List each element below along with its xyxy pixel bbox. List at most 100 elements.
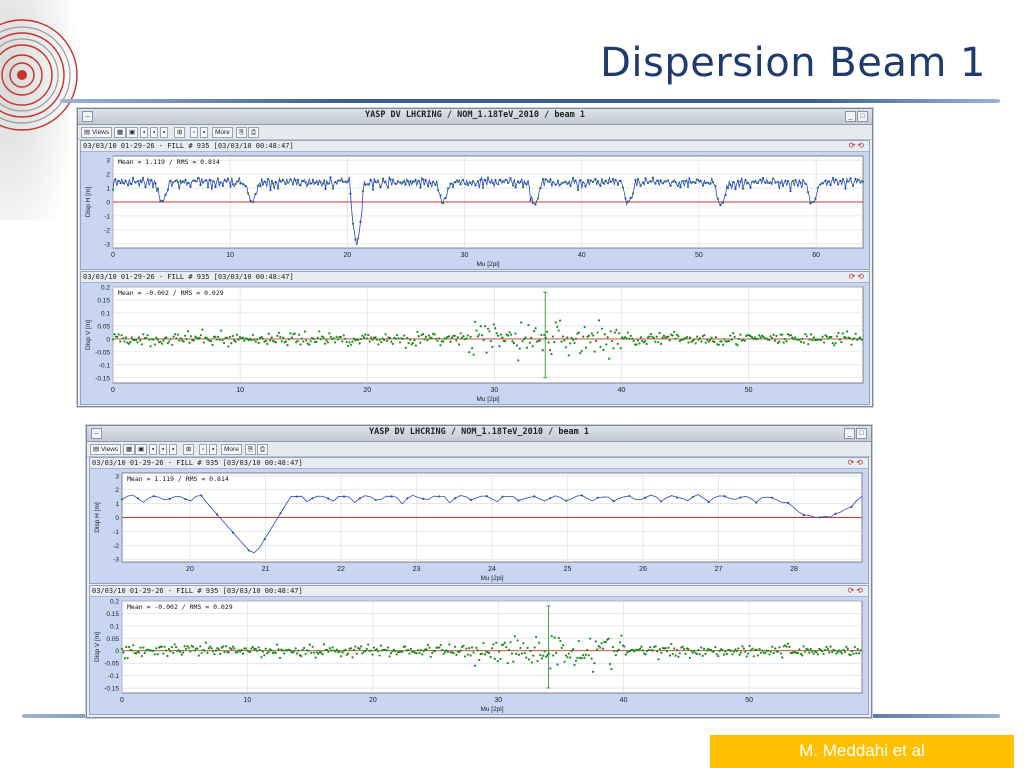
data-point bbox=[274, 651, 277, 655]
data-point bbox=[236, 180, 240, 183]
views-button[interactable]: ▤ Views bbox=[81, 127, 113, 138]
data-point bbox=[491, 181, 495, 185]
data-point bbox=[332, 337, 335, 340]
window-titlebar[interactable]: – YASP DV LHCRING / NOM_1.18TeV_2010 / b… bbox=[78, 109, 872, 125]
refresh-icons[interactable]: ⟳⟲ bbox=[848, 458, 865, 468]
data-point bbox=[689, 181, 692, 184]
x-tick-label: 10 bbox=[226, 252, 234, 259]
data-point bbox=[378, 654, 381, 657]
save-icon[interactable]: ⎘ bbox=[236, 127, 248, 138]
save-icon[interactable]: ⎘ bbox=[245, 444, 257, 455]
data-point bbox=[709, 182, 712, 185]
data-point bbox=[834, 512, 837, 515]
data-point bbox=[219, 652, 222, 655]
data-point bbox=[662, 334, 666, 337]
data-point bbox=[439, 643, 442, 647]
grid-icon-2[interactable]: ▪ bbox=[159, 444, 168, 455]
views-icon: ▤ bbox=[93, 446, 101, 453]
data-point bbox=[735, 650, 738, 653]
data-point bbox=[681, 645, 684, 648]
data-point bbox=[439, 194, 442, 197]
refresh-icons[interactable]: ⟳⟲ bbox=[849, 272, 866, 282]
toolbar-icon-a[interactable]: ▦ bbox=[123, 444, 136, 455]
data-point bbox=[540, 333, 543, 337]
data-point bbox=[526, 180, 530, 183]
data-point bbox=[341, 180, 345, 183]
toolbar-icon-b[interactable]: ▣ bbox=[135, 444, 148, 455]
data-point bbox=[674, 180, 677, 184]
data-point bbox=[647, 648, 650, 652]
data-point bbox=[414, 344, 417, 347]
data-point bbox=[224, 645, 227, 648]
grid-icon-1[interactable]: ▪ bbox=[149, 444, 158, 455]
data-point bbox=[130, 649, 134, 652]
data-point bbox=[576, 188, 580, 192]
minimize-icon[interactable]: _ bbox=[845, 111, 856, 122]
data-point bbox=[859, 336, 862, 339]
data-point bbox=[132, 644, 135, 647]
data-point bbox=[288, 648, 292, 652]
data-point bbox=[536, 659, 539, 663]
data-point bbox=[587, 654, 590, 657]
refresh-icons[interactable]: ⟳⟲ bbox=[848, 586, 865, 596]
toolbar-icon-c[interactable]: ▫ bbox=[190, 127, 199, 138]
data-point bbox=[639, 184, 642, 187]
data-point bbox=[632, 339, 635, 342]
refresh-icons[interactable]: ⟳⟲ bbox=[849, 141, 866, 151]
data-point bbox=[383, 338, 386, 342]
data-point bbox=[658, 648, 662, 651]
folder-icon[interactable]: ⊞ bbox=[183, 444, 195, 455]
toolbar-icon-a[interactable]: ▦ bbox=[114, 127, 127, 138]
y-tick-label: -0.05 bbox=[104, 661, 119, 668]
data-point bbox=[152, 649, 155, 653]
data-point bbox=[764, 181, 767, 184]
data-point bbox=[389, 652, 393, 655]
print-icon[interactable]: ⎙ bbox=[248, 127, 260, 138]
data-point bbox=[729, 649, 733, 653]
toolbar-icon-b[interactable]: ▣ bbox=[126, 127, 139, 138]
grid-icon-2[interactable]: ▪ bbox=[150, 127, 159, 138]
data-point bbox=[287, 338, 291, 341]
data-point bbox=[351, 340, 354, 343]
toolbar-icon-d[interactable]: ▪ bbox=[209, 444, 218, 455]
data-point bbox=[388, 655, 391, 658]
data-point bbox=[636, 339, 640, 342]
print-icon[interactable]: ⎙ bbox=[257, 444, 269, 455]
toolbar-icon-c[interactable]: ▫ bbox=[199, 444, 208, 455]
data-point bbox=[619, 347, 622, 350]
grid-icon-1[interactable]: ▪ bbox=[140, 127, 149, 138]
data-point bbox=[703, 334, 706, 337]
more-button[interactable]: More bbox=[212, 127, 233, 138]
data-point bbox=[421, 178, 425, 181]
data-point bbox=[579, 352, 582, 355]
data-point bbox=[297, 649, 300, 652]
data-point bbox=[769, 335, 772, 338]
data-point bbox=[542, 654, 545, 657]
data-point bbox=[533, 329, 536, 333]
toolbar-icon-d[interactable]: ▪ bbox=[200, 127, 209, 138]
data-point bbox=[828, 651, 831, 654]
maximize-icon[interactable]: □ bbox=[856, 428, 867, 439]
data-point bbox=[391, 342, 394, 346]
data-point bbox=[466, 653, 469, 656]
x-tick-label: 21 bbox=[262, 566, 270, 573]
data-point bbox=[737, 647, 740, 650]
data-point bbox=[441, 202, 445, 205]
views-button[interactable]: ▤ Views bbox=[90, 444, 122, 455]
data-point bbox=[687, 341, 690, 344]
data-point bbox=[162, 339, 165, 342]
more-button[interactable]: More bbox=[221, 444, 242, 455]
maximize-icon[interactable]: □ bbox=[857, 111, 868, 122]
data-point bbox=[200, 651, 203, 655]
grid-icon-3[interactable]: ▪ bbox=[169, 444, 178, 455]
grid-icon-3[interactable]: ▪ bbox=[160, 127, 169, 138]
window-titlebar[interactable]: – YASP DV LHCRING / NOM_1.18TeV_2010 / b… bbox=[87, 426, 871, 442]
x-tick-label: 40 bbox=[620, 697, 628, 704]
data-point bbox=[781, 184, 785, 188]
folder-icon[interactable]: ⊞ bbox=[174, 127, 186, 138]
minimize-icon[interactable]: _ bbox=[844, 428, 855, 439]
data-point bbox=[207, 647, 210, 650]
data-point bbox=[204, 179, 207, 182]
data-point bbox=[515, 652, 518, 655]
data-point bbox=[546, 330, 549, 333]
